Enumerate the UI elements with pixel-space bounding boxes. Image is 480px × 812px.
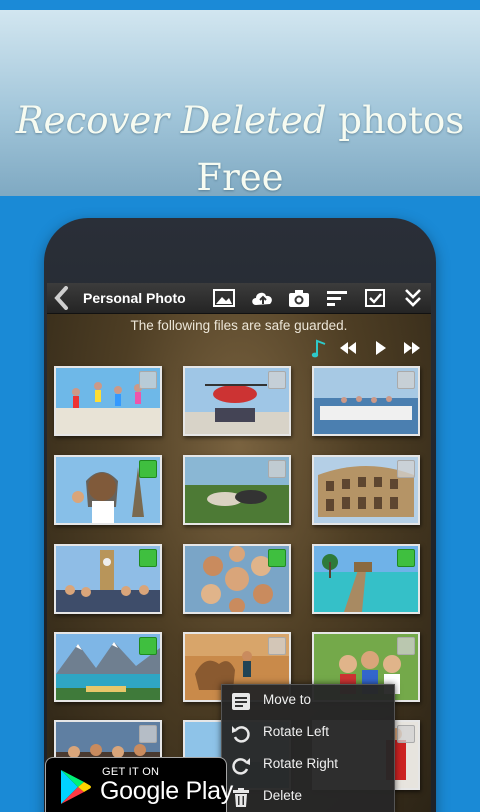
photo-tile-tropical-pier[interactable]	[312, 544, 420, 614]
checkbox[interactable]	[397, 637, 415, 655]
rotate-left-icon	[232, 726, 250, 743]
photo-tile-boat-group[interactable]	[312, 366, 420, 436]
checkbox[interactable]	[139, 725, 157, 743]
promo-header: Recover Deleted photos Free	[0, 10, 480, 199]
checkbox[interactable]	[268, 549, 286, 567]
checkbox[interactable]	[268, 460, 286, 478]
menu-item-delete[interactable]: Delete	[222, 781, 396, 812]
photo-tile-beach-jump[interactable]	[54, 366, 162, 436]
menu-item-rotate-right[interactable]: Rotate Right	[222, 749, 396, 781]
photo-tile-friends-circle[interactable]	[183, 544, 291, 614]
camera-icon[interactable]	[287, 287, 311, 309]
menu-item-label: Rotate Left	[263, 724, 330, 739]
checkbox[interactable]	[139, 549, 157, 567]
photo-tile-big-ben[interactable]	[54, 544, 162, 614]
google-play-badge[interactable]: GET IT ON Google Play	[45, 757, 233, 812]
top-strip	[0, 0, 480, 10]
back-arrow-icon[interactable]	[53, 286, 71, 310]
photo-tile-lying-grass[interactable]	[183, 455, 291, 525]
rotate-right-icon	[232, 758, 250, 775]
rewind-icon[interactable]	[337, 337, 359, 359]
safe-guard-notice: The following files are safe guarded.	[130, 318, 348, 333]
photo-tile-colosseum[interactable]	[312, 455, 420, 525]
context-menu: Move to Rotate Left Rotate Right Delete	[221, 684, 395, 812]
checkbox[interactable]	[268, 371, 286, 389]
image-icon[interactable]	[212, 287, 236, 309]
delete-icon	[233, 788, 249, 807]
checkbox[interactable]	[397, 549, 415, 567]
photo-tile-mountain-lake[interactable]	[54, 632, 162, 702]
expand-more-icon[interactable]	[401, 287, 425, 309]
sort-icon[interactable]	[325, 287, 349, 309]
checkbox[interactable]	[139, 460, 157, 478]
cloud-upload-icon[interactable]	[249, 287, 277, 309]
promo-headline: Recover Deleted photos	[0, 98, 480, 144]
checkbox[interactable]	[139, 637, 157, 655]
promo-headline-rest: photos	[338, 99, 465, 142]
action-bar: Personal Photo	[47, 283, 431, 314]
checkbox[interactable]	[268, 637, 286, 655]
music-note-icon[interactable]	[309, 337, 331, 359]
select-all-icon[interactable]	[363, 287, 387, 309]
promo-headline-line2: Free	[196, 156, 284, 199]
google-play-logo-icon	[61, 770, 91, 804]
fast-forward-icon[interactable]	[401, 337, 423, 359]
menu-item-rotate-left[interactable]: Rotate Left	[222, 717, 396, 749]
checkbox[interactable]	[397, 725, 415, 743]
badge-google-play: Google Play	[100, 777, 233, 805]
move-to-icon	[232, 693, 250, 710]
checkbox[interactable]	[397, 371, 415, 389]
menu-item-label: Rotate Right	[263, 756, 339, 771]
promo-headline-italic: Recover Deleted	[15, 99, 327, 142]
page-title: Personal Photo	[83, 290, 186, 306]
checkbox[interactable]	[397, 460, 415, 478]
play-icon[interactable]	[369, 337, 391, 359]
menu-item-label: Delete	[263, 788, 303, 803]
menu-item-move-to[interactable]: Move to	[222, 685, 396, 717]
photo-tile-helicopter[interactable]	[183, 366, 291, 436]
menu-item-label: Move to	[263, 692, 312, 707]
photo-tile-eiffel-selfie[interactable]	[54, 455, 162, 525]
checkbox[interactable]	[139, 371, 157, 389]
